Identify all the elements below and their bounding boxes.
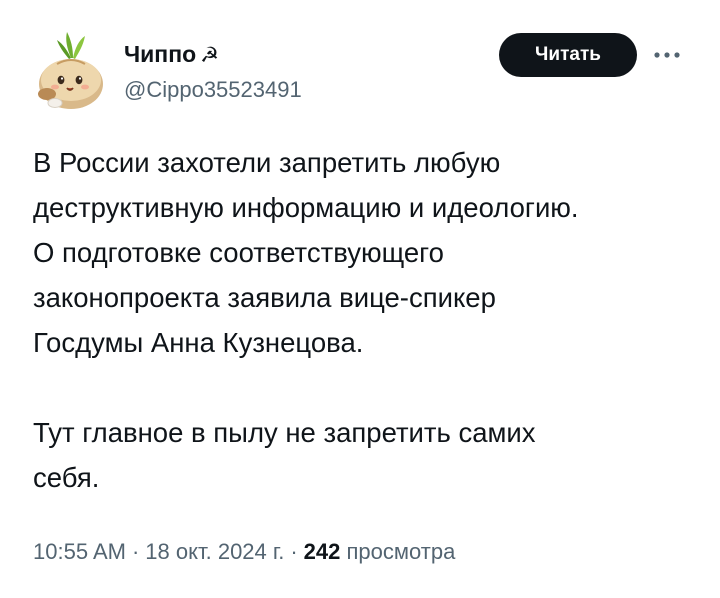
tweet-text: В России захотели запретить любую дестру… [33,140,705,500]
hammer-sickle-icon: ☭ [200,44,219,67]
user-handle[interactable]: @Cippo35523491 [124,76,302,104]
tweet-metadata: 10:55 AM · 18 окт. 2024 г. · 242 просмотра [33,537,455,567]
tweet-paragraph: Тут главное в пылу не запретить самих се… [33,417,536,493]
follow-button[interactable]: Читать [499,33,637,77]
tweet-time[interactable]: 10:55 AM [33,539,126,564]
tweet-card: Чиппо ☭ @Cippo35523491 Читать В России за… [0,0,720,598]
avatar[interactable] [27,28,111,112]
display-name-text: Чиппо [124,41,197,67]
more-options-button[interactable] [650,40,684,70]
separator-dot: · [290,539,298,564]
separator-dot: · [131,539,140,564]
tweet-paragraph: В России захотели запретить любую дестру… [33,147,579,358]
onion-character-icon [38,32,103,109]
views-label: просмотра [346,539,456,564]
display-name[interactable]: Чиппо ☭ [124,40,219,70]
more-horizontal-icon [654,52,680,58]
views-count[interactable]: 242 [304,539,341,564]
tweet-date[interactable]: 18 окт. 2024 г. [145,539,284,564]
